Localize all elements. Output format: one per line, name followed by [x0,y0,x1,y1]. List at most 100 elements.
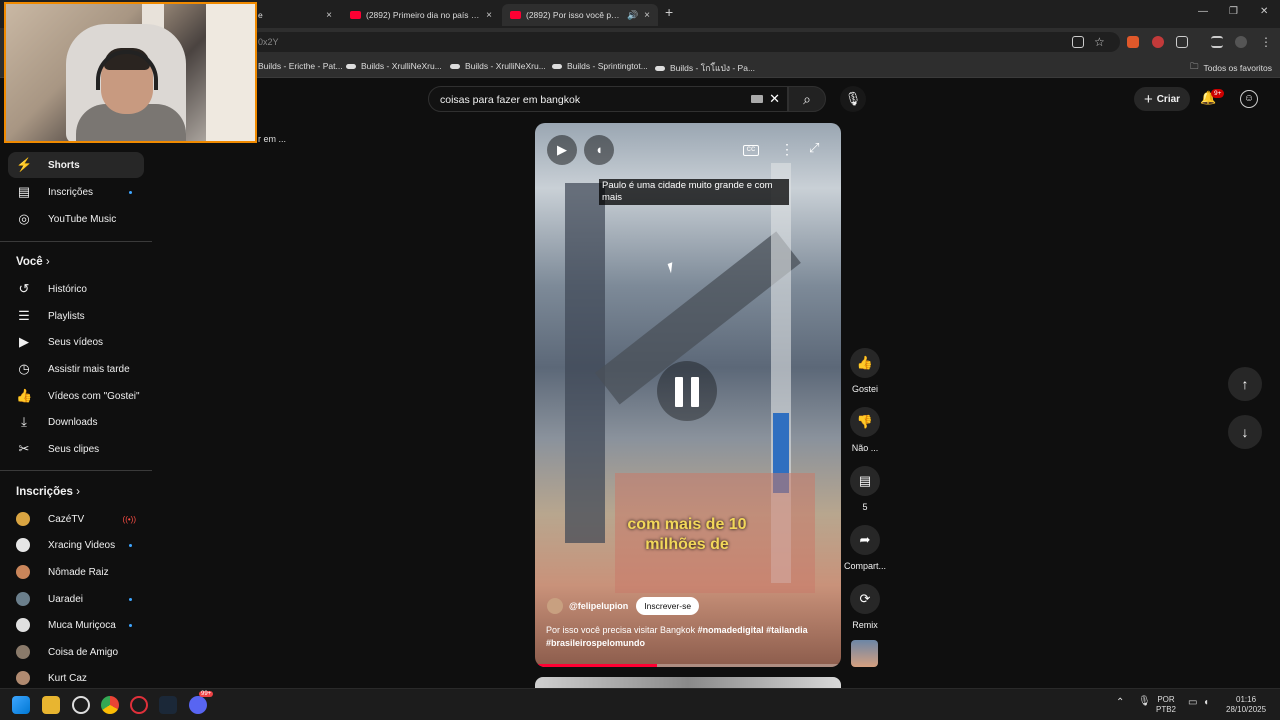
bookmark-label: Builds - Sprintingtot... [567,61,648,71]
youtube-favicon-icon [510,11,521,19]
voice-search-button[interactable]: 🎙 [840,86,866,112]
search-icon: ⌕ [803,91,811,107]
volume-icon[interactable]: ◖ [1203,698,1209,708]
url-input[interactable]: 0x2Y [250,32,1120,52]
like-button[interactable]: 👍 Gostei [842,348,888,394]
language-indicator[interactable]: POR PTB2 [1156,695,1176,715]
sidebar-sub-cazetv[interactable]: CazéTV ((•)) [8,506,144,532]
file-explorer-icon[interactable] [42,696,60,714]
search-button[interactable]: ⌕ [788,86,826,112]
sidebar-item-your-videos[interactable]: ▶ Seus vídeos [8,329,144,355]
progress-bar[interactable] [535,664,841,667]
share-button[interactable]: ➦ Compart... [842,525,888,571]
discord-icon[interactable] [189,696,207,714]
sidebar-sub-coisa-de-amigo[interactable]: Coisa de Amigo [8,639,144,665]
more-options-icon[interactable]: ⋮ [780,141,794,158]
sidebar-item-shorts[interactable]: ⚡ Shorts [8,152,144,178]
sidebar-item-history[interactable]: ↺ Histórico [8,276,144,302]
tab-close-icon[interactable]: × [486,10,492,21]
sidebar-sub-muca-muricoca[interactable]: Muca Muriçoca [8,612,144,638]
sidebar-item-clips[interactable]: ✂ Seus clipes [8,436,144,462]
all-bookmarks-button[interactable]: 🗀 Todos os favoritos [1190,61,1272,75]
webcam-window [206,4,255,141]
shorts-video-player[interactable]: ▶ ◖ CC ⋮ ⤢ Paulo é uma cidade muito gran… [535,123,841,667]
mic-icon[interactable]: 🎙 [1138,697,1151,707]
puzzle-icon[interactable] [1176,36,1188,48]
clear-search-icon[interactable]: ✕ [769,91,780,107]
sidebar-sub-uaradei[interactable]: Uaradei [8,586,144,612]
subscribe-button[interactable]: Inscrever-se [636,597,700,615]
sidebar-item-label: Inscrições [48,186,94,198]
bookmark-item[interactable]: Builds - Ericthe - Pat... [258,61,343,71]
volume-button[interactable]: ◖ [584,135,614,165]
minimize-button[interactable]: — [1198,6,1208,17]
bookmark-item[interactable]: Builds - XrulliNeXru... [346,61,442,71]
bookmark-item[interactable]: Builds - Sprintingtot... [552,61,648,71]
app-icon[interactable] [72,696,90,714]
windows-start-icon[interactable] [12,696,30,714]
play-button[interactable]: ▶ [547,135,577,165]
channel-avatar[interactable] [547,598,563,614]
chrome-icon[interactable] [101,696,119,714]
webcam-overlay [4,2,257,143]
previous-short-button[interactable]: ↑ [1228,367,1262,401]
action-label: 5 [862,502,868,512]
subscriptions-icon: ▤ [17,184,31,199]
sidebar-sub-xracing[interactable]: Xracing Videos [8,532,144,558]
channel-name[interactable]: @felipelupion [569,601,628,611]
new-tab-button[interactable]: + [665,4,673,20]
install-app-icon[interactable] [1072,36,1084,48]
chevron-up-icon[interactable]: ⌃ [1116,698,1124,708]
tab-close-icon[interactable]: × [326,10,332,21]
sidebar-section-you[interactable]: Você › [16,256,50,268]
thumbs-up-icon: 👍 [850,348,880,378]
steam-icon[interactable] [159,696,177,714]
sound-thumbnail[interactable] [851,640,878,667]
bookmark-label: Todos os favoritos [1203,63,1273,73]
pause-overlay-icon[interactable] [657,361,717,421]
sidebar-item-playlists[interactable]: ☰ Playlists [8,303,144,329]
extension-icon[interactable] [1127,36,1139,48]
shorts-icon: ⚡ [16,157,33,172]
sidebar-sub-nomade-raiz[interactable]: Nômade Raiz [8,559,144,585]
speaker-icon[interactable]: 🔊 [627,10,638,21]
menu-dots-icon[interactable]: ⋮ [1260,36,1272,48]
tab-title: (2892) Por isso você precisa [526,10,621,20]
sidebar-item-youtube-music[interactable]: ◎ YouTube Music [8,206,144,232]
profile-avatar[interactable] [1235,36,1247,48]
comments-button[interactable]: ▤ 5 [842,466,888,512]
sidebar-item-liked-videos[interactable]: 👍 Vídeos com "Gostei" [8,383,144,409]
media-control-icon[interactable] [1211,36,1223,48]
remix-button[interactable]: ⟳ Remix [842,584,888,630]
create-button[interactable]: + Criar [1134,87,1190,111]
search-input[interactable]: coisas para fazer em bangkok ✕ [428,86,788,112]
sidebar-item-label: Vídeos com "Gostei" [48,390,140,402]
tab-3-active[interactable]: (2892) Por isso você precisa 🔊 × [502,4,658,26]
tab-1[interactable]: e × [250,4,340,26]
bookmark-item[interactable]: Builds - โกโ้แป่ง - Pa... [655,61,755,75]
tab-2[interactable]: (2892) Primeiro dia no país mais × [342,4,500,26]
bookmark-item[interactable]: Builds - XrulliNeXru... [450,61,546,71]
star-icon[interactable]: ☆ [1094,36,1106,48]
notification-badge: 9+ [1211,89,1225,98]
sidebar-item-watch-later[interactable]: ◷ Assistir mais tarde [8,356,144,382]
close-window-button[interactable]: ✕ [1260,6,1268,17]
tab-close-icon[interactable]: × [644,10,650,21]
extension-icon[interactable] [1152,36,1164,48]
captions-icon[interactable]: CC [743,145,759,156]
sidebar-section-subscriptions[interactable]: Inscrições › [16,486,80,498]
dislike-button[interactable]: 👎 Não ... [842,407,888,453]
opera-icon[interactable] [130,696,148,714]
video-description[interactable]: Por isso você precisa visitar Bangkok #n… [546,624,832,650]
fullscreen-icon[interactable]: ⤢ [809,140,819,156]
next-short-button[interactable]: ↓ [1228,415,1262,449]
keyboard-icon[interactable] [751,95,763,103]
clock[interactable]: 01:16 28/10/2025 [1226,695,1266,715]
sidebar-item-downloads[interactable]: ⤓ Downloads [8,409,144,435]
partial-text: r em ... [258,134,287,144]
sidebar-item-label: Seus clipes [48,443,100,455]
restore-button[interactable]: ❐ [1229,6,1238,17]
network-icon[interactable]: ▭ [1188,698,1197,708]
sidebar-item-subscriptions[interactable]: ▤ Inscrições [8,179,144,205]
account-avatar[interactable]: ☺ [1240,90,1258,108]
